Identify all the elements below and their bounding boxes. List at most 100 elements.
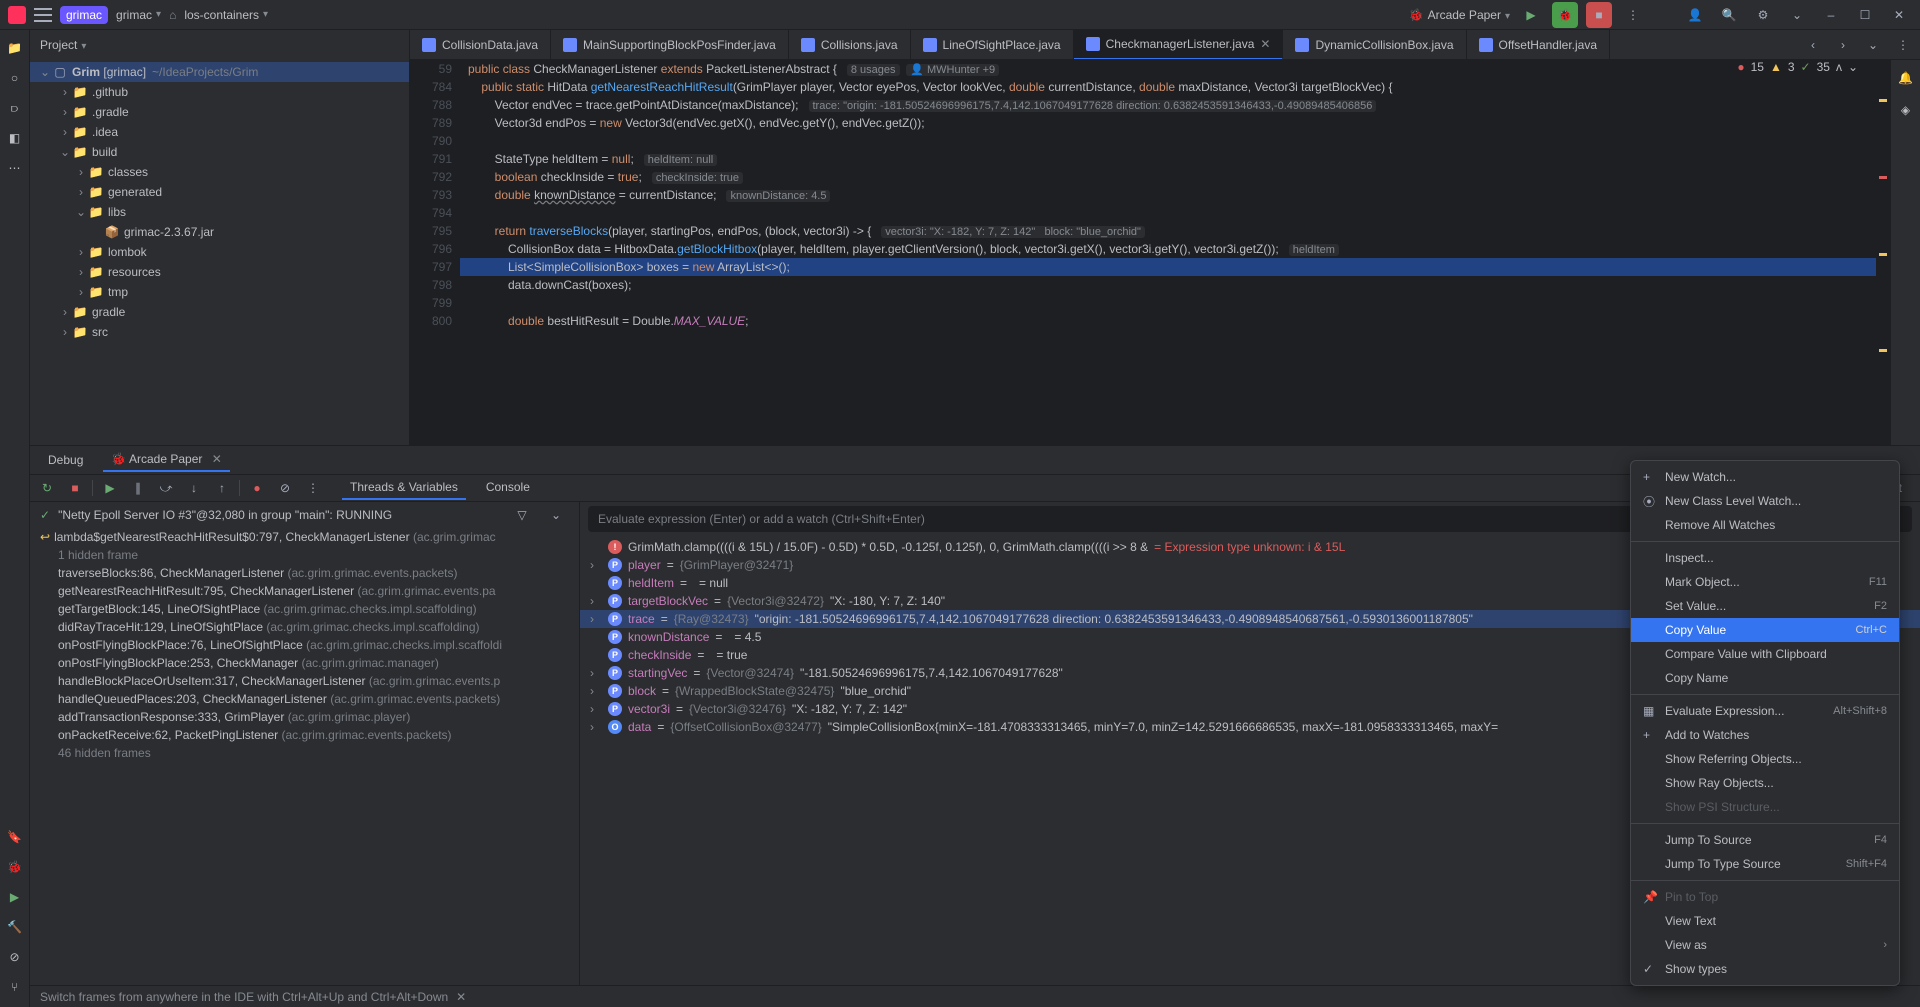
stack-frame[interactable]: handleQueuedPlaces:203, CheckManagerList… <box>30 690 579 708</box>
chevron-right-icon[interactable]: › <box>590 612 602 626</box>
line-number[interactable]: 800 <box>410 312 452 330</box>
tree-node-tmp[interactable]: ›📁tmp <box>30 282 409 302</box>
line-number[interactable]: 794 <box>410 204 452 222</box>
tree-node-libs[interactable]: ⌄📁libs <box>30 202 409 222</box>
menu-item-new-watch[interactable]: +New Watch... <box>1631 465 1899 489</box>
stop-icon[interactable]: ■ <box>1586 2 1612 28</box>
code-line[interactable]: CollisionBox data = HitboxData.getBlockH… <box>460 240 1876 258</box>
menu-item-copy-value[interactable]: Copy ValueCtrl+C <box>1631 618 1899 642</box>
user-badge[interactable]: grimac <box>60 6 108 24</box>
rerun-icon[interactable]: ↻ <box>36 477 58 499</box>
run-config-selector[interactable]: 🐞 Arcade Paper <box>1409 8 1510 22</box>
resume-icon[interactable]: ▶ <box>99 477 121 499</box>
ide-logo-icon[interactable] <box>8 6 26 24</box>
chevron-icon[interactable]: › <box>74 285 88 299</box>
chevron-icon[interactable]: › <box>74 265 88 279</box>
menu-item-view-text[interactable]: View Text <box>1631 909 1899 933</box>
line-number[interactable]: 798 <box>410 276 452 294</box>
tree-node-generated[interactable]: ›📁generated <box>30 182 409 202</box>
pull-requests-icon[interactable]: ⫐ <box>5 98 25 118</box>
code-editor[interactable]: ●15 ▲3 ✓35 ʌ ⌄ public class CheckManager… <box>460 60 1876 445</box>
chevron-icon[interactable]: › <box>74 185 88 199</box>
chevron-right-icon[interactable]: › <box>590 702 602 716</box>
inspect-nav-up-icon[interactable]: ʌ <box>1836 60 1842 74</box>
chevron-right-icon[interactable]: › <box>590 720 602 734</box>
debug-tool-icon[interactable]: 🐞 <box>5 857 25 877</box>
stop-debug-icon[interactable]: ■ <box>64 477 86 499</box>
menu-item-copy-name[interactable]: Copy Name <box>1631 666 1899 690</box>
minimize-icon[interactable]: – <box>1818 2 1844 28</box>
tab-list-icon[interactable]: ⌄ <box>1860 32 1886 58</box>
window-chevron-icon[interactable]: ⌄ <box>1784 2 1810 28</box>
chevron-icon[interactable]: ⌄ <box>74 205 88 219</box>
code-line[interactable]: double knownDistance = currentDistance; … <box>460 186 1876 204</box>
editor-tab[interactable]: MainSupportingBlockPosFinder.java <box>551 30 789 60</box>
chevron-right-icon[interactable]: › <box>590 594 602 608</box>
chevron-icon[interactable]: › <box>74 245 88 259</box>
typo-count-icon[interactable]: ✓ <box>1801 60 1811 74</box>
debug-tab[interactable]: Debug <box>40 449 91 471</box>
more-actions-icon[interactable]: ⋮ <box>1620 2 1646 28</box>
code-line[interactable] <box>460 294 1876 312</box>
line-number[interactable]: 790 <box>410 132 452 150</box>
editor-scrollbar[interactable] <box>1876 60 1890 445</box>
line-number[interactable]: 799 <box>410 294 452 312</box>
editor-tab[interactable]: Collisions.java <box>789 30 911 60</box>
stack-frame[interactable]: getNearestReachHitResult:795, CheckManag… <box>30 582 579 600</box>
menu-item-inspect[interactable]: Inspect... <box>1631 546 1899 570</box>
project-tool-icon[interactable]: 📁 <box>5 38 25 58</box>
problems-tool-icon[interactable]: ⊘ <box>5 947 25 967</box>
chevron-icon[interactable]: ⌄ <box>58 145 72 159</box>
stack-frame[interactable]: onPostFlyingBlockPlace:253, CheckManager… <box>30 654 579 672</box>
line-number[interactable]: 59 <box>410 60 452 78</box>
tree-node-.github[interactable]: ›📁.github <box>30 82 409 102</box>
stack-frame[interactable]: getTargetBlock:145, LineOfSightPlace (ac… <box>30 600 579 618</box>
line-number[interactable]: 789 <box>410 114 452 132</box>
tree-node-grimac-2.3.67.jar[interactable]: 📦grimac-2.3.67.jar <box>30 222 409 242</box>
code-line[interactable]: StateType heldItem = null; heldItem: nul… <box>460 150 1876 168</box>
line-number[interactable]: 795 <box>410 222 452 240</box>
menu-item-add-to-watches[interactable]: +Add to Watches <box>1631 723 1899 747</box>
view-breakpoints-icon[interactable]: ● <box>246 477 268 499</box>
run-icon[interactable]: ▶ <box>1518 2 1544 28</box>
settings-icon[interactable]: ⚙ <box>1750 2 1776 28</box>
chevron-icon[interactable]: › <box>58 125 72 139</box>
line-number[interactable]: 793 <box>410 186 452 204</box>
line-number[interactable]: 788 <box>410 96 452 114</box>
menu-item-jump-to-type-source[interactable]: Jump To Type SourceShift+F4 <box>1631 852 1899 876</box>
chevron-down-icon[interactable]: ⌄ <box>38 65 52 79</box>
bookmarks-icon[interactable]: 🔖 <box>5 827 25 847</box>
debug-session-tab[interactable]: 🐞 Arcade Paper ✕ <box>103 448 229 472</box>
run-tool-icon[interactable]: ▶ <box>5 887 25 907</box>
console-tab[interactable]: Console <box>478 476 538 500</box>
pause-icon[interactable]: ∥ <box>127 477 149 499</box>
mute-breakpoints-icon[interactable]: ⊘ <box>274 477 296 499</box>
project-view-dropdown[interactable] <box>81 38 86 52</box>
chevron-right-icon[interactable]: › <box>590 684 602 698</box>
menu-item-compare-value-with-clipboard[interactable]: Compare Value with Clipboard <box>1631 642 1899 666</box>
line-number[interactable]: 784 <box>410 78 452 96</box>
code-line[interactable]: List<SimpleCollisionBox> boxes = new Arr… <box>460 258 1876 276</box>
stack-frame[interactable]: handleBlockPlaceOrUseItem:317, CheckMana… <box>30 672 579 690</box>
stack-frame[interactable]: traverseBlocks:86, CheckManagerListener … <box>30 564 579 582</box>
menu-item-new-class-level-watch[interactable]: ⦿New Class Level Watch... <box>1631 489 1899 513</box>
tab-scroll-left-icon[interactable]: ‹ <box>1800 32 1826 58</box>
chevron-icon[interactable]: › <box>58 305 72 319</box>
menu-item-set-value[interactable]: Set Value...F2 <box>1631 594 1899 618</box>
inspect-nav-down-icon[interactable]: ⌄ <box>1848 60 1858 74</box>
editor-gutter[interactable]: 5978478878979079179279379479579679779879… <box>410 60 460 445</box>
warning-count[interactable]: 3 <box>1788 60 1795 74</box>
code-line[interactable]: return traverseBlocks(player, startingPo… <box>460 222 1876 240</box>
close-icon[interactable]: ✕ <box>1886 2 1912 28</box>
close-tab-icon[interactable]: ✕ <box>1260 37 1270 51</box>
ai-assistant-icon[interactable]: ◈ <box>1896 100 1916 120</box>
stack-frame[interactable]: onPacketReceive:62, PacketPingListener (… <box>30 726 579 744</box>
stack-frame[interactable]: didRayTraceHit:129, LineOfSightPlace (ac… <box>30 618 579 636</box>
close-session-icon[interactable]: ✕ <box>212 452 222 466</box>
user-dropdown[interactable]: grimac <box>116 8 161 22</box>
code-line[interactable]: public static HitData getNearestReachHit… <box>460 78 1876 96</box>
project-tree[interactable]: ⌄ ▢ Grim [grimac] ~/IdeaProjects/Grim ›📁… <box>30 60 409 445</box>
frames-dropdown-icon[interactable]: ⌄ <box>543 502 569 528</box>
menu-item-jump-to-source[interactable]: Jump To SourceF4 <box>1631 828 1899 852</box>
code-line[interactable]: double bestHitResult = Double.MAX_VALUE; <box>460 312 1876 330</box>
